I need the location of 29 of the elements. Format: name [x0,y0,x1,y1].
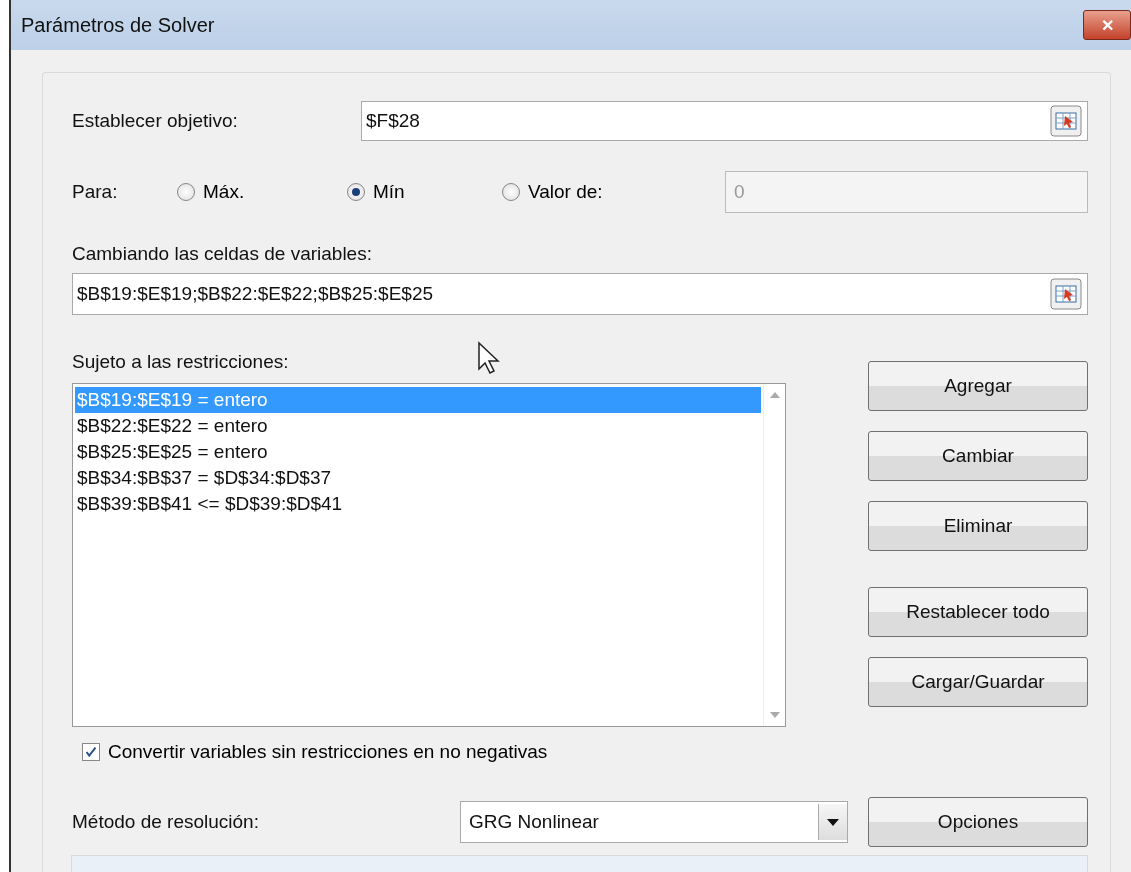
objective-field[interactable]: $F$28 [361,101,1088,141]
constraint-item[interactable]: $B$25:$E$25 = entero [75,439,761,465]
range-picker-icon[interactable] [1049,105,1083,137]
constraints-list[interactable]: $B$19:$E$19 = entero $B$22:$E$22 = entero $B$25:$E$25 = entero $B$34:$B$37 = $D$34:$D$37 $B$39:$B$41 <= $D$39:$D$41 [72,383,786,727]
constraints-label: Sujeto a las restricciones: [72,351,289,373]
window-title: Parámetros de Solver [20,13,215,37]
radio-option[interactable]: Mín [347,181,502,203]
action-button[interactable]: Cambiar [868,431,1088,481]
method-dropdown[interactable]: GRG Nonlinear [460,801,848,843]
action-button[interactable]: Restablecer todo [868,587,1088,637]
variables-field[interactable]: $B$19:$E$19;$B$22:$E$22;$B$25:$E$25 [72,273,1088,315]
action-button[interactable]: Agregar [868,361,1088,411]
constraint-item[interactable]: $B$34:$B$37 = $D$34:$D$37 [75,465,761,491]
range-picker-icon[interactable] [1049,278,1083,310]
to-label: Para: [72,181,119,203]
action-button[interactable]: Cargar/Guardar [868,657,1088,707]
action-button[interactable]: Eliminar [868,501,1088,551]
mouse-cursor-icon [477,341,501,375]
objective-label: Establecer objetivo: [72,110,238,132]
options-button[interactable]: Opciones [868,797,1088,847]
method-label: Método de resolución: [72,811,259,833]
radio-option[interactable]: Valor de: [502,181,702,203]
checkbox-icon[interactable] [82,743,100,761]
constraint-item[interactable]: $B$22:$E$22 = entero [75,413,761,439]
radio-option[interactable]: Máx. [177,181,347,203]
variables-label: Cambiando las celdas de variables: [72,243,373,265]
constraint-item[interactable]: $B$39:$B$41 <= $D$39:$D$41 [75,491,761,517]
dropdown-arrow-icon [827,818,839,826]
nonnegative-checkbox[interactable]: Convertir variables sin restricciones en no negativas [82,741,548,763]
